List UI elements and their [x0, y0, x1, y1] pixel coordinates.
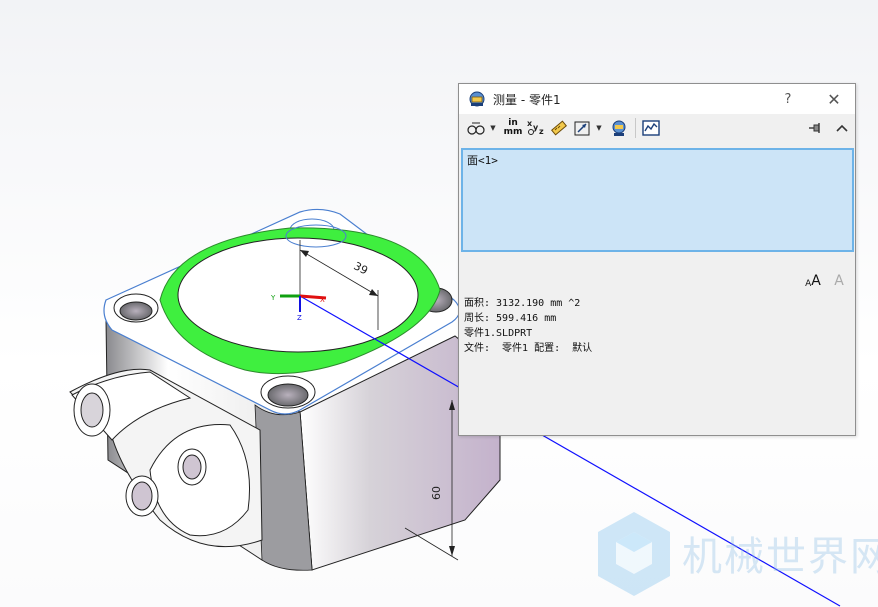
point-to-point-button[interactable] — [548, 117, 570, 139]
measure-tool-icon — [467, 89, 487, 109]
units-mm-label: mm — [503, 127, 523, 137]
font-large-a-disabled: A — [834, 273, 844, 289]
projection-button[interactable] — [571, 117, 593, 139]
increase-font-button[interactable]: AA — [803, 271, 823, 289]
measurement-history-button[interactable] — [608, 117, 630, 139]
result-area: 面积: 3132.190 mm ^2 — [464, 298, 581, 309]
arc-circle-options-button[interactable] — [465, 117, 487, 139]
watermark: 机械世界网 — [594, 510, 878, 602]
font-large-a: A — [811, 273, 821, 289]
dimension-height-value: 60 — [430, 486, 443, 500]
watermark-cube-icon — [598, 512, 670, 596]
measure-toolbar: ▼ in mm xyz ▼ — [459, 114, 855, 142]
measure-dialog[interactable]: 测量 - 零件1 ? ✕ ▼ in mm xyz ▼ 面<1> A A A 面积… — [458, 83, 856, 436]
font-size-controls: AA A — [803, 271, 849, 289]
pin-icon[interactable] — [804, 117, 826, 139]
close-button[interactable]: ✕ — [823, 88, 845, 110]
dialog-titlebar[interactable]: 测量 - 零件1 ? ✕ — [459, 84, 855, 114]
decrease-font-button[interactable]: A — [829, 271, 849, 289]
triad-z-label: Z — [297, 314, 302, 322]
show-xyz-button[interactable]: xyz — [525, 117, 547, 139]
triad-y-label: Y — [270, 294, 276, 302]
result-file: 文件: 零件1 配置: 默认 — [464, 343, 593, 354]
arc-options-dropdown-icon[interactable]: ▼ — [488, 117, 498, 139]
triad-x-label: X — [320, 296, 325, 304]
measurement-results: 面积: 3132.190 mm ^2 周长: 599.416 mm 零件1.SL… — [464, 296, 592, 356]
create-sensor-button[interactable] — [640, 117, 662, 139]
dialog-title: 测量 - 零件1 — [493, 92, 561, 107]
units-precision-button[interactable]: in mm — [502, 117, 524, 139]
selection-list[interactable]: 面<1> — [461, 148, 854, 252]
watermark-text: 机械世界网 — [682, 534, 878, 580]
toolbar-separator — [635, 118, 636, 138]
projection-dropdown-icon[interactable]: ▼ — [594, 117, 604, 139]
help-button[interactable]: ? — [777, 88, 799, 110]
collapse-chevron-icon[interactable] — [831, 117, 853, 139]
selection-item[interactable]: 面<1> — [467, 152, 848, 168]
result-part: 零件1.SLDPRT — [464, 328, 533, 339]
result-perimeter: 周长: 599.416 mm — [464, 313, 557, 324]
svg-text:z: z — [539, 127, 544, 136]
